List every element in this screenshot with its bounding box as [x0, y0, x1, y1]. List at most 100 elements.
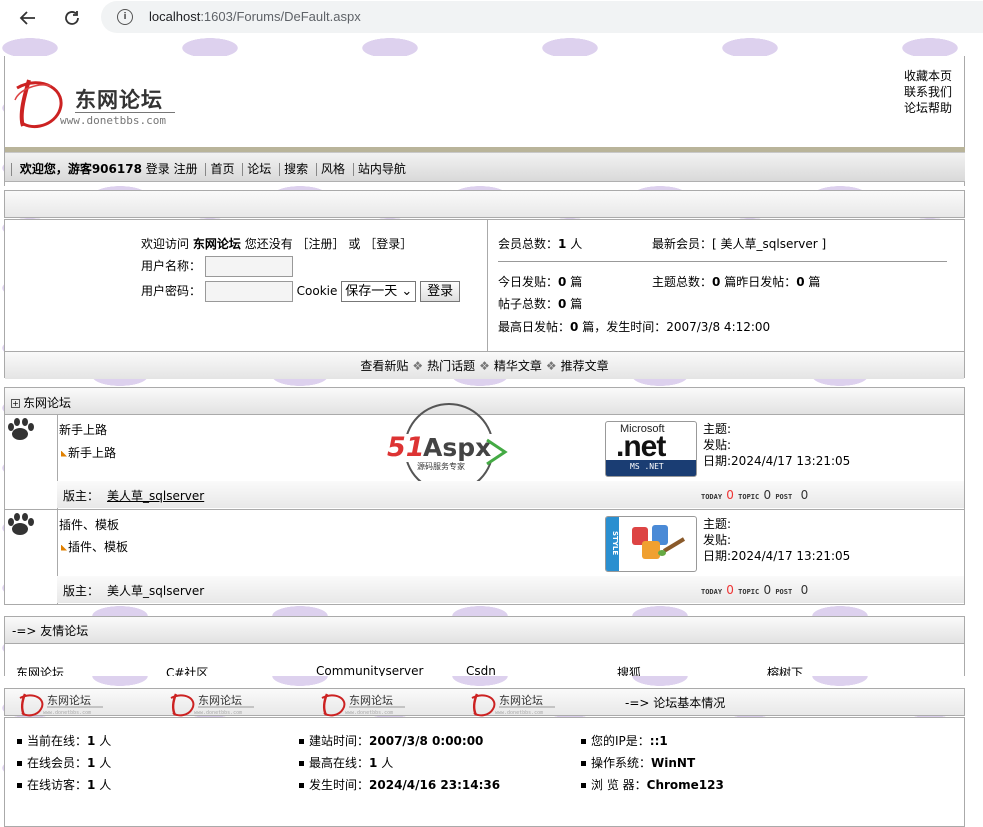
nav-separator	[11, 163, 12, 176]
contact-link[interactable]: 联系我们	[904, 84, 952, 100]
nav-forum[interactable]: 论坛	[247, 162, 271, 176]
moderator-link[interactable]: 美人草_sqlserver	[107, 584, 204, 598]
basic-info-panel: 当前在线：1 人 在线会员：1 人 在线访客：1 人 建站时间：2007/3/8…	[4, 717, 965, 827]
friend-logo-icon[interactable]: 东网论坛 www.donetbbs.com	[469, 691, 559, 717]
arrow-icon	[61, 544, 67, 551]
expand-icon[interactable]: +	[11, 399, 20, 408]
svg-text:东网论坛: 东网论坛	[499, 693, 543, 707]
sub-forum[interactable]: 新手上路	[61, 444, 116, 461]
cookie-label: Cookie	[296, 284, 338, 298]
moderator-bar: 版主： 美人草_sqlserver TODAY 0 TOPIC 0 POST 0	[57, 481, 964, 508]
logo-title: 东网论坛	[75, 87, 163, 112]
help-link[interactable]: 论坛帮助	[904, 100, 952, 116]
welcome-line: 欢迎访问 东网论坛 您还没有 ［注册］ 或 ［登录］	[141, 237, 413, 251]
sub-forum[interactable]: 插件、模板	[61, 538, 128, 555]
nav-separator	[315, 163, 317, 176]
nav-login-link[interactable]: 登录	[146, 162, 170, 176]
friend-logo-icon[interactable]: 东网论坛 www.donetbbs.com	[17, 691, 107, 717]
username-input[interactable]	[204, 256, 293, 277]
logo-url: www.donetbbs.com	[60, 114, 166, 127]
username-label: 用户名称：	[141, 259, 202, 273]
max-online: 最高在线：1 人	[299, 754, 393, 771]
new-posts-link[interactable]: 查看新贴	[360, 359, 408, 373]
paw-icon	[8, 513, 34, 535]
login-panel: 欢迎访问 东网论坛 您还没有 ［注册］ 或 ［登录］ 用户名称： 用户密码： C…	[5, 220, 488, 351]
nav-style[interactable]: 风格	[321, 162, 345, 176]
back-arrow-icon[interactable]	[16, 6, 40, 30]
built-time: 建站时间：2007/3/8 0:00:00	[299, 732, 483, 749]
bookmark-link[interactable]: 收藏本页	[904, 68, 952, 84]
login-link[interactable]: ［登录］	[364, 237, 412, 251]
friend-link[interactable]: C#社区	[166, 664, 208, 676]
forum-name[interactable]: 插件、模板	[59, 516, 119, 533]
forum-icon-cell	[5, 415, 58, 509]
svg-text:51: 51	[387, 432, 425, 463]
max-posts-stat: 最高日发帖：0 篇，发生时间：2007/3/8 4:12:00	[498, 320, 771, 334]
moderator-link[interactable]: 美人草_sqlserver	[107, 489, 204, 503]
register-link[interactable]: ［注册］	[297, 237, 345, 251]
recommended-link[interactable]: 推荐文章	[561, 359, 609, 373]
today-posts-stat: 今日发贴：0 篇	[498, 275, 583, 289]
friend-link[interactable]: Csdn	[466, 664, 496, 676]
category-title[interactable]: 东网论坛	[23, 396, 71, 410]
separator-icon: ❖	[412, 359, 424, 373]
topics-stat: 主题总数：0 篇昨日发帖：0 篇	[652, 275, 821, 289]
address-bar[interactable]: i localhost:1603/Forums/DeFault.aspx	[101, 1, 983, 33]
last-post-info: 主题: 发贴: 日期:2024/4/17 13:21:05	[703, 517, 851, 563]
friend-link[interactable]: Communityserver	[316, 664, 423, 676]
forum-name[interactable]: 新手上路	[59, 421, 107, 438]
cookie-select[interactable]: 保存一天 ⌄	[341, 281, 417, 302]
friend-link[interactable]: 东网论坛	[16, 664, 64, 676]
online-guests: 在线访客：1 人	[17, 776, 111, 793]
site-name: 东网论坛	[192, 237, 241, 251]
happened-time: 发生时间：2024/4/16 23:14:36	[299, 776, 500, 793]
login-button[interactable]: 登录	[420, 281, 461, 302]
url-text[interactable]: localhost:1603/Forums/DeFault.aspx	[149, 9, 361, 24]
basic-info-header: 东网论坛 www.donetbbs.com 东网论坛 www.donetbbs.co…	[4, 688, 965, 717]
arrow-icon	[61, 450, 67, 457]
username-row: 用户名称：	[141, 256, 293, 277]
nav-site-nav[interactable]: 站内导航	[358, 162, 406, 176]
moderator-bar: 版主： 美人草_sqlserver TODAY 0 TOPIC 0 POST 0	[57, 576, 964, 603]
reload-icon[interactable]	[60, 6, 84, 30]
svg-text:Aspx: Aspx	[423, 433, 491, 462]
basic-info-title: -=> 论坛基本情况	[625, 696, 726, 710]
hot-topics-link[interactable]: 热门话题	[427, 359, 475, 373]
quick-links-bar: 查看新贴 ❖ 热门话题 ❖ 精华文章 ❖ 推荐文章	[5, 351, 964, 379]
forum-counters: TODAY 0 TOPIC 0 POST 0	[701, 583, 809, 597]
friend-logo-icon[interactable]: 东网论坛 www.donetbbs.com	[319, 691, 409, 717]
forum-row: 新手上路 新手上路 51 Aspx 源码服务专家 Microsoft .net …	[5, 403, 964, 510]
password-input[interactable]	[204, 281, 293, 302]
last-post-info: 主题: 发贴: 日期:2024/4/17 13:21:05	[703, 422, 851, 468]
info-icon[interactable]: i	[117, 9, 133, 25]
main-navbar: 欢迎您，游客906178 登录 注册 首页 论坛 搜索 风格 站内导航	[5, 152, 965, 182]
friend-forums: -=> 友情论坛 东网论坛 C#社区 Communityserver Csdn …	[4, 616, 965, 676]
forum-counters: TODAY 0 TOPIC 0 POST 0	[701, 488, 809, 502]
newest-member-link[interactable]: 美人草_sqlserver	[721, 237, 818, 251]
svg-text:东网论坛: 东网论坛	[349, 693, 393, 707]
nav-separator	[242, 163, 244, 176]
featured-link[interactable]: 精华文章	[494, 359, 542, 373]
your-ip: 您的IP是：::1	[581, 732, 668, 749]
svg-text:www.donetbbs.com: www.donetbbs.com	[43, 710, 91, 716]
blank-title-bar	[4, 190, 965, 218]
separator-icon: ❖	[545, 359, 557, 373]
forum-row: 插件、模板 插件、模板 STYLE 主题: 发贴: 日期:2024/4/17 1…	[5, 510, 964, 605]
nav-home[interactable]: 首页	[210, 162, 234, 176]
nav-search[interactable]: 搜索	[284, 162, 308, 176]
browser-toolbar: i localhost:1603/Forums/DeFault.aspx	[0, 0, 983, 37]
browser-info: 浏 览 器：Chrome123	[581, 776, 724, 793]
dotnet-logo-icon: Microsoft .net MS .NET	[605, 421, 697, 477]
friend-logo-icon[interactable]: 东网论坛 www.donetbbs.com	[168, 691, 258, 717]
friend-link[interactable]: 榕树下	[767, 664, 803, 676]
logo-underline	[75, 112, 175, 113]
svg-text:www.donetbbs.com: www.donetbbs.com	[495, 710, 543, 716]
nav-register-link[interactable]: 注册	[174, 162, 198, 176]
password-label: 用户密码：	[141, 284, 202, 298]
forum-icon-cell	[5, 510, 58, 604]
friend-link[interactable]: 搜狐	[617, 664, 641, 676]
svg-text:东网论坛: 东网论坛	[47, 693, 91, 707]
total-posts-stat: 帖子总数：0 篇	[498, 297, 583, 311]
nav-separator	[352, 163, 354, 176]
svg-text:www.donetbbs.com: www.donetbbs.com	[345, 710, 393, 716]
